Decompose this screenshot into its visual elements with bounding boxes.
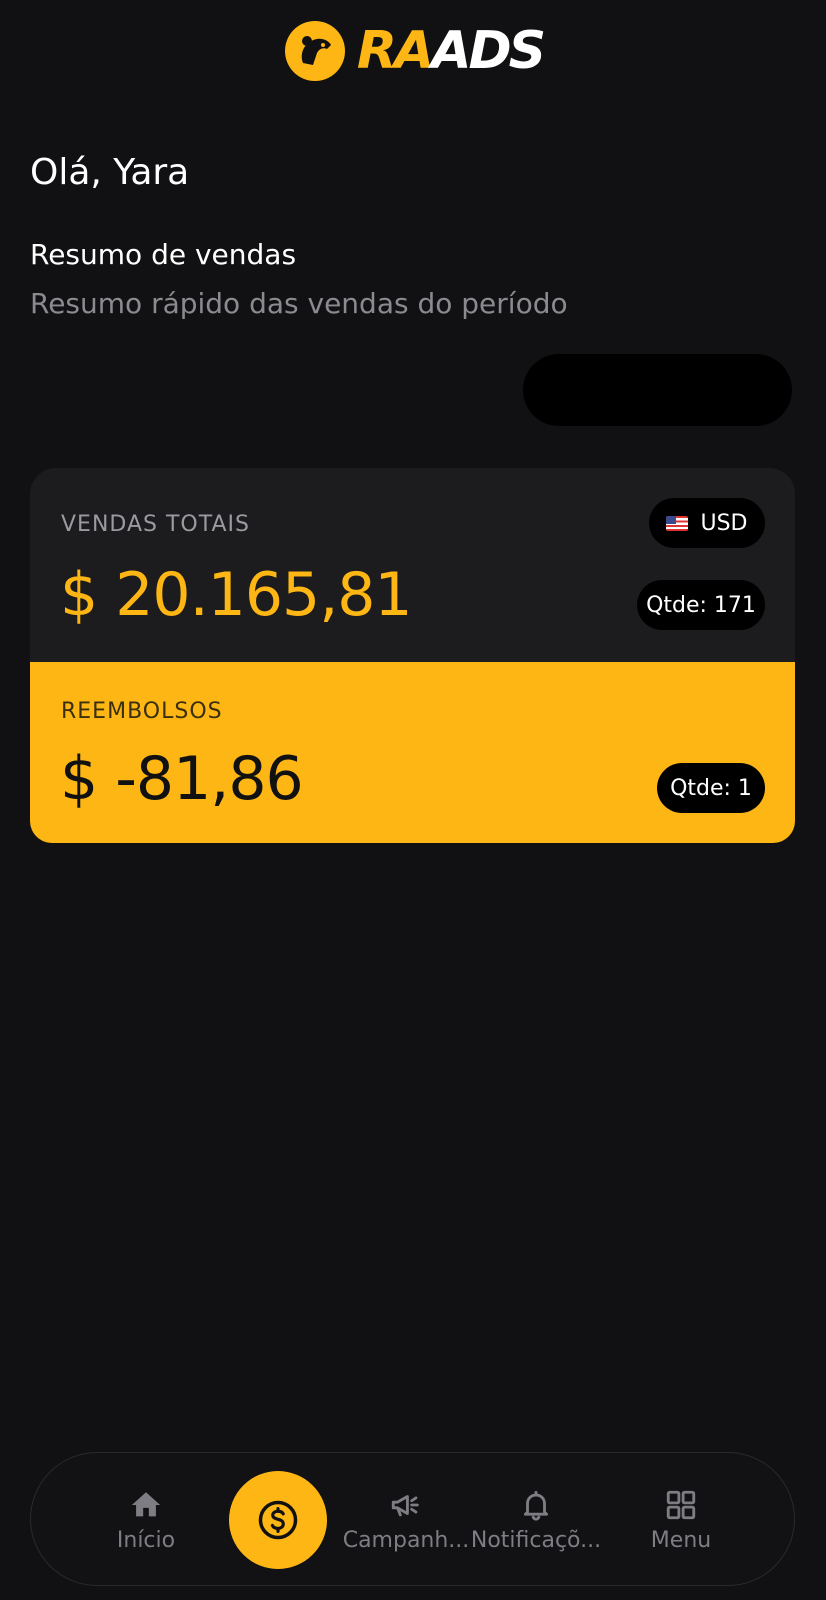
period-selector[interactable] bbox=[523, 354, 792, 426]
nav-menu[interactable]: Menu bbox=[631, 1453, 731, 1587]
sales-quantity-badge: Qtde: 171 bbox=[637, 580, 765, 630]
grid-icon bbox=[666, 1490, 696, 1519]
refunds-quantity-badge: Qtde: 1 bbox=[657, 763, 765, 813]
section-subtitle: Resumo rápido das vendas do período bbox=[30, 287, 568, 320]
mouse-logo-icon bbox=[284, 21, 345, 81]
nav-menu-label: Menu bbox=[650, 1527, 712, 1553]
refunds-amount: $ -81,86 bbox=[60, 744, 304, 814]
refunds-card: REEMBOLSOS $ -81,86 Qtde: 1 bbox=[30, 662, 795, 843]
bell-icon bbox=[523, 1490, 549, 1521]
section-title: Resumo de vendas bbox=[30, 238, 297, 271]
megaphone-icon bbox=[391, 1494, 419, 1516]
refunds-label: REEMBOLSOS bbox=[61, 699, 223, 724]
currency-label: USD bbox=[700, 510, 748, 536]
nav-sales-button[interactable] bbox=[229, 1471, 327, 1569]
bottom-navigation: Início Campanh... Notificaçõ... Menu bbox=[30, 1452, 795, 1586]
brand-logo: RAADS bbox=[0, 16, 826, 86]
home-icon bbox=[131, 1491, 161, 1516]
dollar-icon bbox=[258, 1500, 298, 1540]
nav-home-label: Início bbox=[116, 1527, 176, 1553]
currency-selector[interactable]: USD bbox=[649, 498, 765, 548]
total-sales-card: VENDAS TOTAIS $ 20.165,81 USD Qtde: 171 bbox=[30, 468, 795, 683]
nav-campaigns-label: Campanh... bbox=[342, 1527, 470, 1553]
nav-notifications[interactable]: Notificaçõ... bbox=[471, 1453, 601, 1587]
total-sales-label: VENDAS TOTAIS bbox=[61, 512, 250, 537]
nav-campaigns[interactable]: Campanh... bbox=[341, 1453, 471, 1587]
greeting: Olá, Yara bbox=[30, 152, 190, 193]
us-flag-icon bbox=[666, 515, 689, 531]
total-sales-amount: $ 20.165,81 bbox=[60, 560, 413, 630]
nav-notifications-label: Notificaçõ... bbox=[470, 1527, 602, 1553]
brand-wordmark: RAADS bbox=[356, 21, 546, 81]
nav-home[interactable]: Início bbox=[91, 1453, 201, 1587]
